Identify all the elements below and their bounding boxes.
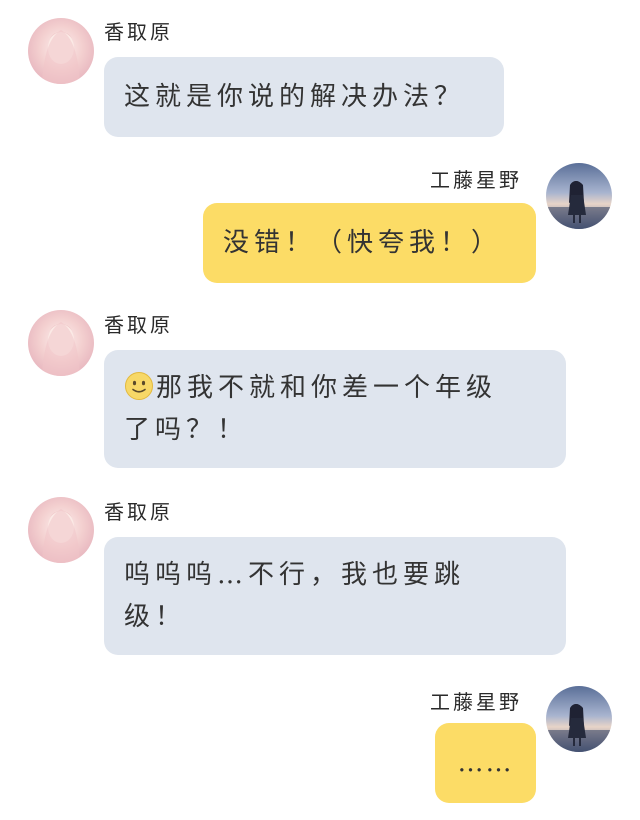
sender-name: 香取原 xyxy=(104,20,173,44)
avatar-gongtengxingye[interactable] xyxy=(546,686,612,752)
avatar-xiangquyuan[interactable] xyxy=(28,497,94,563)
sender-name: 香取原 xyxy=(104,313,173,337)
avatar-gongtengxingye[interactable] xyxy=(546,163,612,229)
avatar-xiangquyuan[interactable] xyxy=(28,18,94,84)
sender-name: 工藤星野 xyxy=(430,690,522,714)
message-text: 没错！（快夸我！） xyxy=(223,228,503,258)
message-bubble-right[interactable]: …… xyxy=(435,723,536,803)
avatar-xiangquyuan[interactable] xyxy=(28,310,94,376)
message-bubble-left[interactable]: 这就是你说的解决办法？ xyxy=(104,57,504,137)
message-bubble-right[interactable]: 没错！（快夸我！） xyxy=(203,203,536,283)
message-text-line: 那我不就和你差一个年级 xyxy=(156,373,498,403)
sender-name: 工藤星野 xyxy=(430,168,522,192)
message-bubble-left[interactable]: 呜呜呜…不行，我也要跳 级！ xyxy=(104,537,566,655)
message-text: 这就是你说的解决办法？ xyxy=(124,82,466,112)
message-text-line: 级！ xyxy=(124,602,187,632)
sender-name: 香取原 xyxy=(104,500,173,524)
slightly-smiling-face-icon xyxy=(124,371,154,401)
message-text-line: 了吗？！ xyxy=(124,415,249,445)
message-bubble-left[interactable]: 那我不就和你差一个年级 了吗？！ xyxy=(104,350,566,468)
message-text: …… xyxy=(457,748,514,778)
message-text-line: 呜呜呜…不行，我也要跳 xyxy=(124,560,466,590)
